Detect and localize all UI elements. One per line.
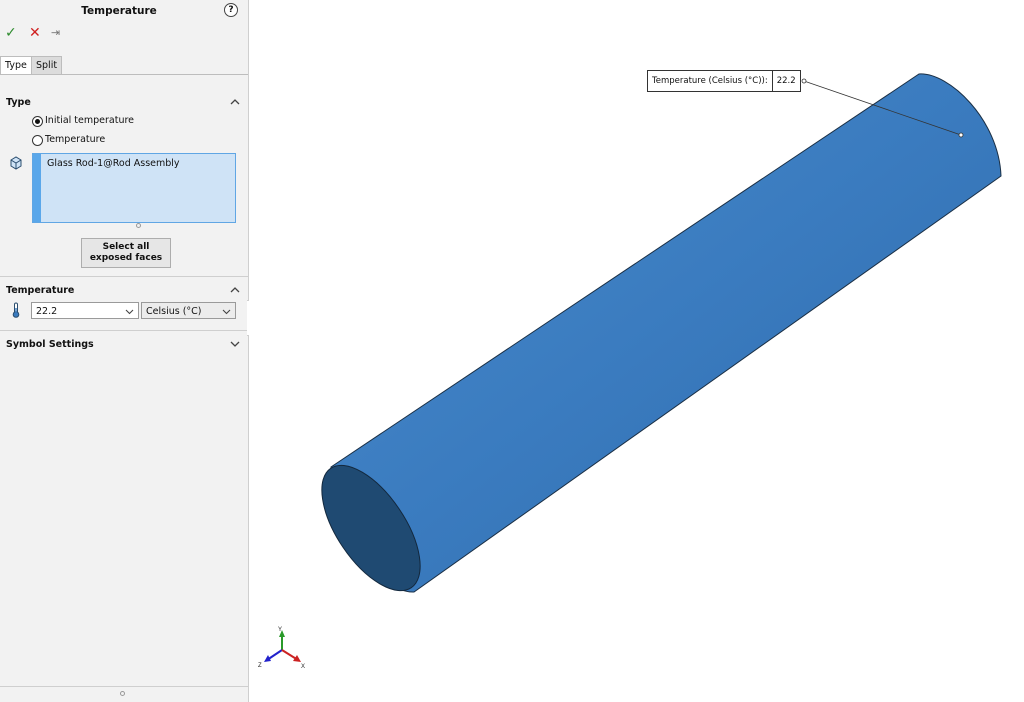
- tab-split[interactable]: Split: [31, 56, 63, 74]
- type-section-title: Type: [6, 97, 31, 108]
- help-icon[interactable]: ?: [224, 3, 238, 17]
- callout-label: Temperature (Celsius (°C)):: [652, 76, 768, 86]
- triad-x-label: X: [301, 664, 305, 670]
- model-canvas[interactable]: Y Z X: [249, 0, 1024, 702]
- cancel-button[interactable]: ✕: [29, 25, 41, 41]
- select-all-exposed-faces-button[interactable]: Select all exposed faces: [81, 238, 171, 268]
- radio-button-unselected[interactable]: [32, 135, 43, 146]
- tab-strip: Type Split: [0, 56, 248, 75]
- triad-z-label: Z: [258, 663, 262, 669]
- select-all-exposed-faces-label: Select all exposed faces: [89, 242, 163, 263]
- glass-rod-body[interactable]: [330, 73, 1002, 593]
- symbol-settings-section-header[interactable]: Symbol Settings: [0, 337, 248, 353]
- callout-anchor-dot: [801, 78, 807, 84]
- temperature-callout[interactable]: Temperature (Celsius (°C)): 22.2: [647, 70, 801, 92]
- graphics-viewport[interactable]: Y Z X Temperature (Celsius (°C)): 22.2: [249, 0, 1024, 702]
- triad-y-label: Y: [278, 627, 282, 633]
- selection-list-box[interactable]: Glass Rod-1@Rod Assembly: [32, 153, 236, 223]
- thermometer-icon: [12, 302, 20, 318]
- symbol-settings-title: Symbol Settings: [6, 339, 94, 350]
- property-manager-panel: Temperature ? ✓ ✕ ⇥ Type Split Type Init…: [0, 0, 249, 702]
- tab-type[interactable]: Type: [0, 56, 32, 74]
- callout-target-dot: [958, 132, 964, 138]
- section-divider: [0, 330, 248, 331]
- panel-resize-grip-icon[interactable]: [120, 691, 125, 696]
- ok-button[interactable]: ✓: [5, 25, 17, 41]
- temperature-section-title: Temperature: [6, 285, 75, 296]
- chevron-up-icon[interactable]: [230, 283, 240, 297]
- temperature-value-combobox[interactable]: 22.2: [31, 302, 139, 319]
- radio-button-selected[interactable]: [32, 116, 43, 127]
- panel-header: Temperature ?: [0, 0, 248, 22]
- chevron-down-icon[interactable]: [222, 303, 231, 320]
- radio-initial-temperature-label: Initial temperature: [45, 115, 135, 126]
- temperature-section-header[interactable]: Temperature: [0, 283, 248, 299]
- panel-title: Temperature: [81, 5, 157, 17]
- type-section-header[interactable]: Type: [0, 95, 248, 111]
- section-divider: [0, 276, 248, 277]
- chevron-up-icon[interactable]: [230, 95, 240, 109]
- radio-temperature-label: Temperature: [45, 134, 106, 145]
- selection-active-bar: [33, 154, 41, 222]
- panel-bottom-divider: [0, 686, 248, 687]
- temperature-unit-select[interactable]: Celsius (°C): [141, 302, 236, 319]
- pin-icon[interactable]: ⇥: [51, 25, 60, 41]
- part-body-icon: [10, 156, 22, 170]
- selection-list-item[interactable]: Glass Rod-1@Rod Assembly: [47, 158, 180, 169]
- temperature-value: 22.2: [36, 306, 58, 317]
- chevron-down-icon[interactable]: [230, 337, 240, 351]
- callout-value[interactable]: 22.2: [771, 71, 800, 91]
- view-triad[interactable]: Y Z X: [258, 627, 305, 670]
- chevron-down-icon[interactable]: [125, 303, 134, 320]
- temperature-unit: Celsius (°C): [146, 306, 202, 317]
- resize-grip-icon[interactable]: [136, 223, 141, 228]
